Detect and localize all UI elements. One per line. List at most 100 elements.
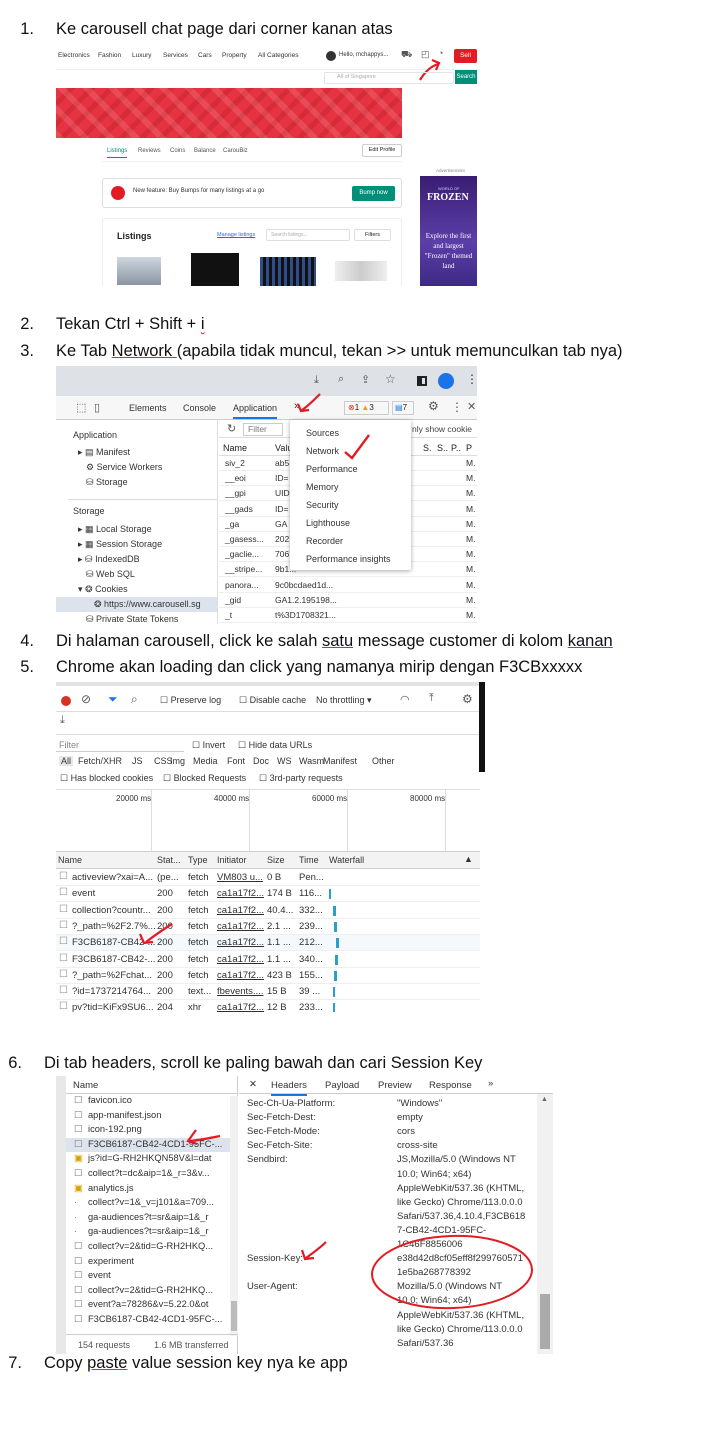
filter-type-other[interactable]: Other [372, 756, 395, 766]
network-settings-icon[interactable]: ⚙ [462, 692, 473, 706]
cell-initiator[interactable]: ca1a17f2... [217, 1002, 264, 1012]
menu-item-performance[interactable]: Performance [306, 464, 358, 474]
filter-icon[interactable]: ⏷ [108, 692, 118, 707]
search-icon[interactable]: ⌕ [131, 692, 138, 707]
invert-checkbox[interactable]: ☐ Invert [192, 740, 225, 751]
tab-reviews[interactable]: Reviews [138, 148, 161, 154]
tab-balance[interactable]: Balance [194, 148, 216, 154]
manage-listings-link[interactable]: Manage listings [217, 232, 255, 238]
issues-counter[interactable]: ⊗1 ▲3 [344, 401, 389, 415]
file-row[interactable]: ☐ collect?t=dc&aip=1&_r=3&v... [66, 1167, 230, 1182]
sidebar-item-local-storage[interactable]: ▸ ▦ Local Storage [78, 524, 152, 535]
nav-luxury[interactable]: Luxury [132, 52, 152, 59]
cookie-row[interactable]: panora... 9c0bcdaed1d... M. [219, 578, 477, 593]
cookie-filter-input[interactable]: Filter [243, 423, 283, 436]
listing-thumb-2[interactable] [191, 253, 239, 286]
more-icon[interactable]: ⋮ [466, 372, 477, 386]
filter-type-manifest[interactable]: Manifest [323, 756, 357, 766]
inspect-icon[interactable]: ⬚ [76, 401, 86, 414]
filter-type-ws[interactable]: WS [277, 756, 292, 766]
request-row[interactable]: ☐ ?id=1737214764... 200 text... fbevents....… [56, 984, 480, 1001]
third-party-checkbox[interactable]: ☐ 3rd-party requests [259, 773, 343, 784]
list-scrollbar[interactable] [230, 1096, 238, 1336]
cell-initiator[interactable]: ca1a17f2... [217, 888, 264, 899]
edit-profile-button[interactable]: Edit Profile [362, 144, 402, 157]
file-row[interactable]: ☐ experiment [66, 1255, 230, 1270]
name-column-header[interactable]: Name [73, 1080, 98, 1091]
menu-item-security[interactable]: Security [306, 500, 339, 510]
avatar[interactable] [326, 51, 336, 61]
share-icon[interactable]: ⇪ [361, 373, 370, 386]
cart-icon[interactable]: ⛟ [401, 49, 412, 61]
filter-type-wasm[interactable]: Wasm [299, 756, 324, 766]
throttling-select[interactable]: No throttling ▾ [316, 695, 372, 706]
devtools-more-icon[interactable]: ⋮ [451, 400, 463, 414]
col-time[interactable]: Time [299, 855, 319, 865]
cell-initiator[interactable]: VM803 u... [217, 872, 263, 883]
sidebar-item-storage[interactable]: ⛁ Storage [86, 477, 128, 488]
sidebar-item-carousell-cookie[interactable]: ❂ https://www.carousell.sg [56, 597, 217, 612]
tab-preview[interactable]: Preview [378, 1080, 412, 1091]
cell-initiator[interactable]: ca1a17f2... [217, 905, 264, 916]
sidebar-item-private-state-tokens[interactable]: ⛁ Private State Tokens [86, 614, 178, 624]
nav-services[interactable]: Services [163, 52, 188, 59]
file-row[interactable]: ☐ F3CB6187-CB42-4CD1-95FC-... [66, 1313, 230, 1328]
sidebar-item-service-workers[interactable]: ⚙ Service Workers [86, 462, 162, 473]
search-button[interactable]: Search [455, 70, 477, 84]
settings-gear-icon[interactable]: ⚙ [428, 399, 439, 413]
file-row[interactable]: ☐ event?a=78286&v=5.22.0&ot [66, 1298, 230, 1313]
cell-initiator[interactable]: ca1a17f2... [217, 937, 264, 948]
col-size[interactable]: Size [267, 855, 285, 865]
request-row[interactable]: ☐ ?_path=%2F2.7%... 200 fetch ca1a17f2... 2.1… [56, 919, 480, 935]
wifi-icon[interactable]: ◠ [400, 693, 410, 706]
col-p[interactable]: P.. [451, 443, 461, 453]
nav-electronics[interactable]: Electronics [58, 52, 90, 59]
cell-initiator[interactable]: ca1a17f2... [217, 970, 264, 981]
device-icon[interactable]: ▯ [94, 401, 100, 414]
request-row[interactable]: ☐ pv?tid=KiFx9SU6... 204 xhr ca1a17f2... 12 B… [56, 1000, 480, 1012]
blocked-requests-checkbox[interactable]: ☐ Blocked Requests [163, 773, 246, 784]
col-p2[interactable]: P [466, 443, 472, 453]
close-icon[interactable]: ✕ [467, 400, 476, 413]
cell-initiator[interactable]: ca1a17f2... [217, 921, 264, 932]
profile-avatar[interactable] [438, 373, 454, 389]
tab-console[interactable]: Console [183, 403, 216, 413]
menu-item-sources[interactable]: Sources [306, 428, 339, 438]
filter-type-doc[interactable]: Doc [253, 756, 269, 766]
upload-icon[interactable]: ⤒ [429, 692, 434, 705]
col-name[interactable]: Name [58, 855, 82, 865]
tab-listings[interactable]: Listings [107, 148, 128, 158]
col-waterfall[interactable]: Waterfall [329, 855, 364, 865]
cookie-row[interactable]: _gid GA1.2.195198... M. [219, 593, 477, 608]
sidepanel-icon[interactable] [417, 376, 427, 386]
messages-counter[interactable]: ▤7 [392, 401, 414, 415]
listing-thumb-4[interactable] [335, 261, 387, 281]
sidebar-item-web-sql[interactable]: ⛁ Web SQL [86, 569, 135, 580]
col-type[interactable]: Type [188, 855, 208, 865]
filter-type-font[interactable]: Font [227, 756, 245, 766]
close-detail-icon[interactable]: ✕ [249, 1079, 257, 1090]
hide-data-urls-checkbox[interactable]: ☐ Hide data URLs [238, 740, 312, 751]
request-row[interactable]: ☐ F3CB6187-CB42-... 200 fetch ca1a17f2... 1.1… [56, 935, 480, 952]
download-icon[interactable]: ⤓ [60, 714, 65, 727]
tab-response[interactable]: Response [429, 1080, 472, 1091]
sidebar-item-indexeddb[interactable]: ▸ ⛁ IndexedDB [78, 554, 140, 565]
col-status[interactable]: Stat... [157, 855, 181, 865]
cookie-row[interactable]: _t t%3D1708321... M. [219, 608, 477, 623]
nav-fashion[interactable]: Fashion [98, 52, 121, 59]
sell-button[interactable]: Sell [454, 49, 477, 63]
clear-icon[interactable]: ⊘ [81, 692, 91, 706]
sidebar-item-manifest[interactable]: ▸ ▤ Manifest [78, 447, 130, 458]
col-initiator[interactable]: Initiator [217, 855, 247, 865]
request-row[interactable]: ☐ event 200 fetch ca1a17f2... 174 B 116... [56, 886, 480, 903]
preserve-log-checkbox[interactable]: ☐ Preserve log [160, 695, 221, 706]
file-row[interactable]: ▣ js?id=G-RH2HKQN58V&l=dat [66, 1152, 230, 1167]
sidebar-item-cookies[interactable]: ▾ ❂ Cookies [78, 584, 128, 595]
install-icon[interactable]: ⤓ [314, 374, 319, 387]
refresh-icon[interactable]: ↻ [227, 422, 236, 435]
star-icon[interactable]: ☆ [385, 372, 396, 386]
file-row[interactable]: ☐ collect?v=2&tid=G-RH2HKQ... [66, 1240, 230, 1255]
filters-button[interactable]: Filters [354, 229, 391, 241]
filter-type-media[interactable]: Media [193, 756, 218, 766]
file-row[interactable]: · collect?v=1&_v=j101&a=709... [66, 1196, 230, 1211]
